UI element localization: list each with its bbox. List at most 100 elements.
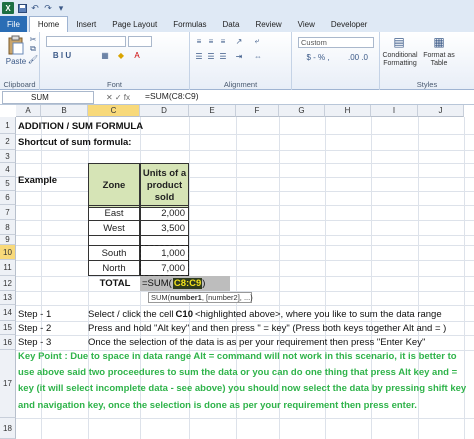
indent-icon[interactable]: ⇥ xyxy=(234,51,244,61)
column-header-g[interactable]: G xyxy=(279,105,325,117)
row-header-18[interactable]: 18 xyxy=(0,418,16,439)
step-label[interactable]: Step - 2 xyxy=(18,321,51,335)
step-cell-ref: C10 xyxy=(175,308,193,320)
gridline xyxy=(16,191,474,192)
font-size-combo[interactable] xyxy=(128,36,152,47)
row-header-2[interactable]: 2 xyxy=(0,134,16,150)
orientation-icon[interactable]: ↗ xyxy=(234,36,244,46)
column-header-h[interactable]: H xyxy=(325,105,371,117)
row-header-12[interactable]: 12 xyxy=(0,276,16,291)
column-header-i[interactable]: I xyxy=(371,105,418,117)
align-middle-icon[interactable]: ≡ xyxy=(206,36,216,46)
tab-view[interactable]: View xyxy=(290,17,323,32)
units-header-line-1: Units of a xyxy=(142,167,187,179)
row-header-8[interactable]: 8 xyxy=(0,220,16,235)
clipboard-group-label: Clipboard xyxy=(3,80,36,89)
decimal-buttons[interactable]: .00 .0 xyxy=(342,52,374,63)
font-color-icon[interactable]: A xyxy=(132,50,142,61)
customize-icon[interactable]: ▾ xyxy=(56,3,66,13)
step-label[interactable]: Step - 1 xyxy=(18,307,51,321)
units-cell[interactable]: 2,000 xyxy=(140,205,189,221)
name-box[interactable]: SUM xyxy=(2,90,94,104)
redo-icon[interactable]: ↷ xyxy=(43,3,53,13)
cut-icon[interactable]: ✂ xyxy=(28,35,38,44)
example-label[interactable]: Example xyxy=(18,150,57,210)
number-format-combo[interactable]: Custom xyxy=(298,37,374,48)
row-header-15[interactable]: 15 xyxy=(0,321,16,335)
column-header-a[interactable]: A xyxy=(16,105,41,117)
selection-marquee xyxy=(140,245,189,276)
row-header-10[interactable]: 10 xyxy=(0,245,16,260)
save-icon[interactable] xyxy=(17,3,27,13)
borders-icon[interactable]: ▦ xyxy=(100,50,110,61)
zone-cell[interactable]: North xyxy=(88,260,140,276)
fill-color-icon[interactable]: ◆ xyxy=(116,50,126,61)
row-header-13[interactable]: 13 xyxy=(0,291,16,305)
align-top-icon[interactable]: ≡ xyxy=(194,36,204,46)
zone-cell[interactable]: East xyxy=(88,205,140,221)
column-header-d[interactable]: D xyxy=(140,105,189,117)
align-center-icon[interactable]: ☰ xyxy=(206,51,216,61)
gridline xyxy=(16,235,474,236)
column-header-c[interactable]: C xyxy=(88,105,140,117)
row-header-9[interactable]: 9 xyxy=(0,235,16,245)
row-header-17[interactable]: 17 xyxy=(0,350,16,418)
row-header-3[interactable]: 3 xyxy=(0,150,16,163)
units-header-line-2: product xyxy=(146,179,183,191)
zone-cell[interactable]: West xyxy=(88,220,140,236)
conditional-formatting-button[interactable]: Conditional Formatting xyxy=(382,51,418,69)
row-header-16[interactable]: 16 xyxy=(0,335,16,350)
subtitle-cell[interactable]: Shortcut of sum formula: xyxy=(18,134,131,150)
tab-formulas[interactable]: Formulas xyxy=(165,17,214,32)
copy-icon[interactable]: ⧉ xyxy=(28,44,38,53)
tab-home[interactable]: Home xyxy=(28,16,69,32)
row-header-6[interactable]: 6 xyxy=(0,191,16,205)
column-header-j[interactable]: J xyxy=(418,105,464,117)
row-header-14[interactable]: 14 xyxy=(0,305,16,321)
zone-header[interactable]: Zone xyxy=(88,163,140,208)
title-cell[interactable]: ADDITION / SUM FORMULA xyxy=(18,118,143,134)
tab-developer[interactable]: Developer xyxy=(323,17,375,32)
units-header[interactable]: Units of a product sold xyxy=(140,163,189,208)
column-header-b[interactable]: B xyxy=(41,105,88,117)
wrap-text-icon[interactable]: ⤶ xyxy=(252,36,262,46)
tooltip-arg1[interactable]: number1 xyxy=(170,293,202,302)
step-text[interactable]: Press and hold "Alt key" and then press … xyxy=(88,321,446,335)
conditional-formatting-icon[interactable]: ▤ xyxy=(390,34,408,50)
tooltip-function[interactable]: SUM( xyxy=(151,293,170,302)
tab-review[interactable]: Review xyxy=(247,17,289,32)
key-point-note[interactable]: Key Point : Due to space in data range A… xyxy=(16,347,474,439)
active-cell-c10[interactable]: =SUM(C8:C9) xyxy=(140,276,230,291)
tab-file[interactable]: File xyxy=(0,16,27,32)
format-painter-icon[interactable]: 🖌 xyxy=(28,55,38,64)
zone-cell[interactable]: South xyxy=(88,245,140,261)
row-header-11[interactable]: 11 xyxy=(0,260,16,276)
bold-italic-underline-buttons[interactable]: B I U xyxy=(46,50,78,61)
formula-input[interactable]: =SUM(C8:C9) xyxy=(142,91,474,104)
row-header-4[interactable]: 4 xyxy=(0,163,16,177)
align-right-icon[interactable]: ☰ xyxy=(218,51,228,61)
format-as-table-button[interactable]: Format as Table xyxy=(422,51,456,69)
number-format-buttons[interactable]: $ - % , xyxy=(298,52,338,63)
column-header-f[interactable]: F xyxy=(236,105,279,117)
paste-button[interactable]: Paste xyxy=(2,57,30,66)
undo-icon[interactable]: ↶ xyxy=(30,3,40,13)
column-header-e[interactable]: E xyxy=(189,105,236,117)
font-name-combo[interactable] xyxy=(46,36,126,47)
row-header-1[interactable]: 1 xyxy=(0,117,16,134)
merge-center-icon[interactable]: ⇔ xyxy=(252,51,264,61)
excel-logo-icon[interactable]: X xyxy=(2,2,14,14)
format-as-table-icon[interactable]: ▦ xyxy=(430,34,448,50)
row-header-5[interactable]: 5 xyxy=(0,177,16,191)
units-cell[interactable]: 3,500 xyxy=(140,220,189,236)
align-bottom-icon[interactable]: ≡ xyxy=(218,36,228,46)
step-text[interactable]: Select / click the cell C10 <highlighted… xyxy=(88,307,442,321)
row-header-7[interactable]: 7 xyxy=(0,205,16,220)
formula-bar-buttons[interactable]: ✕ ✓ fx xyxy=(94,93,142,102)
total-label[interactable]: TOTAL xyxy=(92,276,138,291)
tab-data[interactable]: Data xyxy=(215,17,248,32)
tab-page-layout[interactable]: Page Layout xyxy=(104,17,165,32)
paste-icon[interactable] xyxy=(6,34,26,56)
tab-insert[interactable]: Insert xyxy=(68,17,104,32)
align-left-icon[interactable]: ☰ xyxy=(194,51,204,61)
